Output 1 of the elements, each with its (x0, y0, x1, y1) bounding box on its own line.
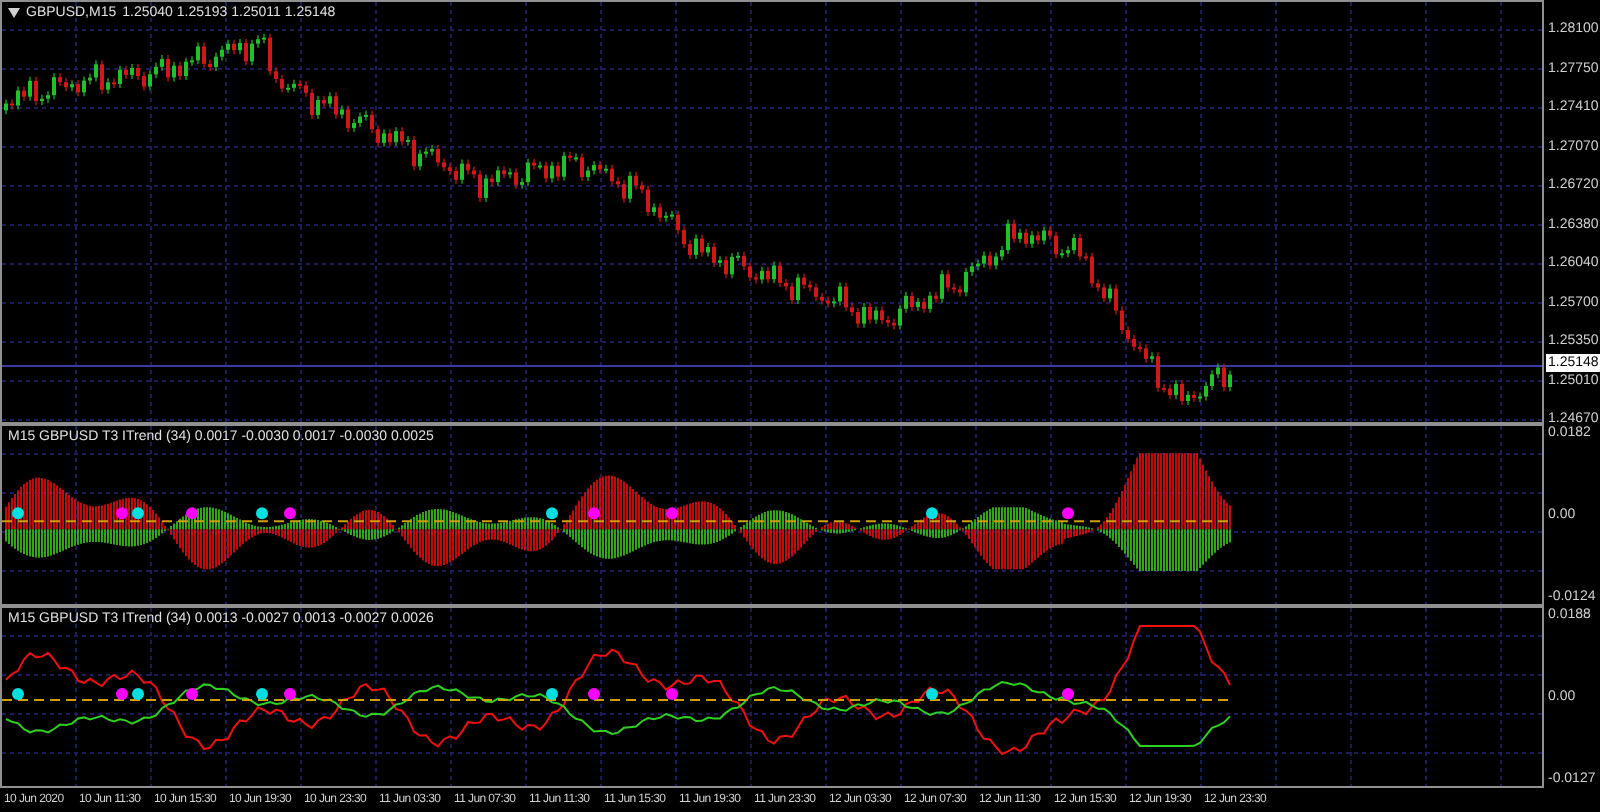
dropdown-triangle-icon[interactable] (8, 8, 20, 18)
